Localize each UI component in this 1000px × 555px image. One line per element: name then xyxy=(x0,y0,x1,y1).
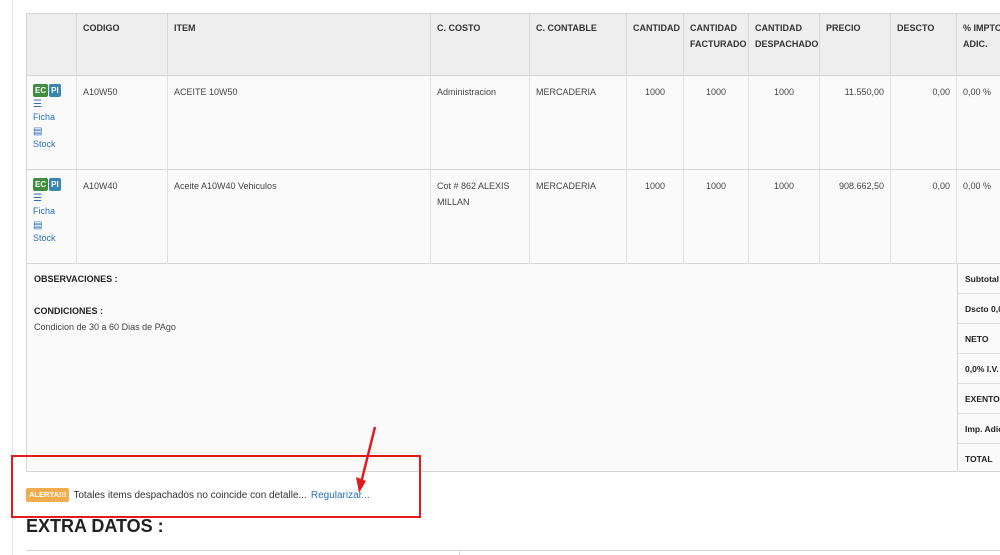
stock-link[interactable]: Stock xyxy=(33,232,70,245)
ficha-link[interactable]: Ficha xyxy=(33,205,70,218)
header-despachado: CANTIDAD DESPACHADO xyxy=(749,14,820,76)
header-impto: % IMPTO ADIC. xyxy=(957,14,1000,76)
cell-precio: 11.550,00 xyxy=(820,76,891,170)
list-icon[interactable]: ☰ xyxy=(33,192,70,205)
row-actions: EC PI ☰ Ficha ▤ Stock xyxy=(27,170,77,264)
stock-link[interactable]: Stock xyxy=(33,138,70,151)
cell-descto: 0,00 xyxy=(891,76,957,170)
header-descto: DESCTO xyxy=(891,14,957,76)
header-costo: C. COSTO xyxy=(431,14,530,76)
document-icon[interactable]: ▤ xyxy=(33,125,70,138)
cell-cantidad: 1000 xyxy=(627,170,684,264)
annotation-arrow-icon xyxy=(356,426,377,493)
table-row: EC PI ☰ Ficha ▤ Stock A10W40 Aceite A10W… xyxy=(27,170,1000,264)
cell-precio: 908.662,50 xyxy=(820,170,891,264)
total-subtotal: Subtotal xyxy=(958,264,1000,294)
total-dscto: Dscto 0,0 xyxy=(958,294,1000,324)
header-facturado: CANTIDAD FACTURADO xyxy=(684,14,749,76)
cell-descto: 0,00 xyxy=(891,170,957,264)
cell-facturado: 1000 xyxy=(684,170,749,264)
condiciones-label: CONDICIONES : xyxy=(34,306,104,316)
extra-datos-title: EXTRA DATOS : xyxy=(26,516,164,536)
header-cantidad: CANTIDAD xyxy=(627,14,684,76)
total-total: TOTAL xyxy=(965,454,993,464)
extra-datos-table xyxy=(26,550,1000,555)
extra-datos-divider xyxy=(459,550,460,555)
header-precio: PRECIO xyxy=(820,14,891,76)
cell-despachado: 1000 xyxy=(749,170,820,264)
cell-costo: Administracion xyxy=(431,76,530,170)
ficha-link[interactable]: Ficha xyxy=(33,111,70,124)
total-iva: 0,0% I.V. xyxy=(958,354,1000,384)
cell-codigo: A10W40 xyxy=(77,170,168,264)
table-row: EC PI ☰ Ficha ▤ Stock A10W50 ACEITE 10W5… xyxy=(27,76,1000,170)
cell-contable: MERCADERIA xyxy=(530,76,627,170)
document-icon[interactable]: ▤ xyxy=(33,219,70,232)
header-actions xyxy=(27,14,77,76)
ec-badge[interactable]: EC xyxy=(33,178,49,191)
cell-impto: 0,00 % xyxy=(957,170,1000,264)
cell-codigo: A10W50 xyxy=(77,76,168,170)
observaciones-label: OBSERVACIONES : xyxy=(34,274,118,284)
total-exento: EXENTO xyxy=(958,384,1000,414)
table-header: CODIGO ITEM C. COSTO C. CONTABLE CANTIDA… xyxy=(27,14,1000,76)
header-contable: C. CONTABLE xyxy=(530,14,627,76)
cell-impto: 0,00 % xyxy=(957,76,1000,170)
observations-section: OBSERVACIONES : CONDICIONES : Condicion … xyxy=(27,264,957,472)
cell-cantidad: 1000 xyxy=(627,76,684,170)
list-icon[interactable]: ☰ xyxy=(33,98,70,111)
cell-facturado: 1000 xyxy=(684,76,749,170)
header-codigo: CODIGO xyxy=(77,14,168,76)
condiciones-text: Condicion de 30 a 60 Dias de PAgo xyxy=(34,322,176,332)
row-actions: EC PI ☰ Ficha ▤ Stock xyxy=(27,76,77,170)
items-table: CODIGO ITEM C. COSTO C. CONTABLE CANTIDA… xyxy=(26,13,1000,472)
pi-badge[interactable]: PI xyxy=(49,178,61,191)
total-neto: NETO xyxy=(958,324,1000,354)
cell-contable: MERCADERIA xyxy=(530,170,627,264)
total-imp-adic: Imp. Adic xyxy=(958,414,1000,444)
cell-costo: Cot # 862 ALEXIS MILLAN xyxy=(431,170,530,264)
cell-item: Aceite A10W40 Vehiculos xyxy=(168,170,431,264)
cell-despachado: 1000 xyxy=(749,76,820,170)
cell-item: ACEITE 10W50 xyxy=(168,76,431,170)
totals-panel: Subtotal Dscto 0,0 NETO 0,0% I.V. EXENTO… xyxy=(957,264,1000,472)
header-item: ITEM xyxy=(168,14,431,76)
ec-badge[interactable]: EC xyxy=(33,84,49,97)
pi-badge[interactable]: PI xyxy=(49,84,61,97)
